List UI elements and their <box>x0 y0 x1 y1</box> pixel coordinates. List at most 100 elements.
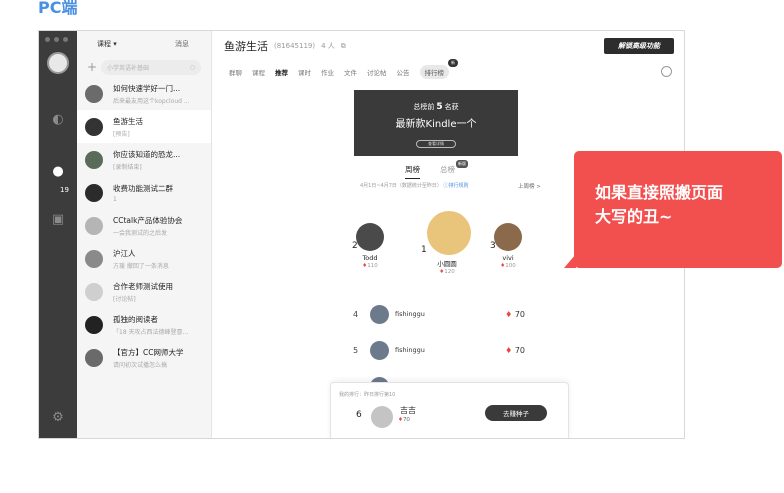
group-tabs: 群聊 课程 推荐 课时 作业 文件 讨论帖 公告 排行榜新 <box>213 59 684 83</box>
chat-avatar <box>85 249 103 268</box>
chat-preview: 后来最友用这个kopcloud ... <box>113 97 190 105</box>
unlock-features-logo[interactable]: 解锁高级功能 <box>604 38 674 54</box>
chat-icon[interactable]: ● <box>49 163 67 181</box>
my-rank-label: 我的排行：昨日排行第10 <box>339 392 396 398</box>
bubble-line-2: 大写的丑~ <box>595 207 673 226</box>
group-id: (81645119) <box>274 42 316 50</box>
podium-entry[interactable]: 1 小圆圆 ♦120 <box>421 211 471 275</box>
chat-avatar <box>85 315 103 334</box>
group-title: 鱼游生活 <box>224 40 268 53</box>
my-rank-card: 我的排行：昨日排行第10 6 吉吉 ♦70 去赚种子 <box>330 382 569 438</box>
row-points: ♦ 70 <box>505 345 525 355</box>
podium-avatar <box>356 223 384 251</box>
list-item[interactable]: 合作老师测试使用 [讨论帖] <box>77 275 211 308</box>
calendar-icon[interactable]: ▣ <box>49 211 67 229</box>
earn-seeds-button[interactable]: 去赚种子 <box>485 405 547 421</box>
my-avatar <box>371 406 393 428</box>
rank-row[interactable]: 5 fishinggu ♦ 70 <box>353 340 553 360</box>
row-points: ♦ 70 <box>505 309 525 319</box>
settings-icon[interactable]: ⚙ <box>49 409 67 427</box>
chat-preview: [讨论帖] <box>113 295 136 303</box>
member-count[interactable]: 4 人 <box>321 41 335 51</box>
chat-name: 合作老师测试使用 <box>113 281 173 291</box>
chat-avatar <box>85 348 103 367</box>
search-icon: ○ <box>189 63 195 71</box>
course-filter[interactable]: 课程 ▾ <box>97 39 117 49</box>
rank-row[interactable]: 4 fishinggu ♦ 70 <box>353 304 553 324</box>
tab-6[interactable]: 讨论帖 <box>367 67 387 77</box>
list-item[interactable]: 鱼游生活 [预告] <box>77 110 211 143</box>
podium-avatar <box>494 223 522 251</box>
flame-icon: ♦ <box>505 309 513 319</box>
my-points: ♦70 <box>398 417 410 423</box>
list-item[interactable]: 【官方】CC网师大学 请问初次试播怎么搞 <box>77 341 211 374</box>
share-icon[interactable]: ⧉ <box>341 42 346 51</box>
tab-2[interactable]: 推荐 <box>275 67 288 77</box>
tab-total[interactable]: 总榜 新版 <box>440 160 468 179</box>
podium-entry[interactable]: 2 Todd ♦110 <box>350 223 390 269</box>
promo-banner[interactable]: 总榜前 5 名获 最新款Kindle一个 查看详情 <box>354 90 518 156</box>
tab-3[interactable]: 课时 <box>298 67 311 77</box>
message-filter[interactable]: 消息 <box>175 39 189 49</box>
chat-name: 如何快速学好一门... <box>113 83 181 93</box>
list-item[interactable]: CCtalk产品体验协会 一会我测试的之后发 <box>77 209 211 242</box>
row-name: fishinggu <box>395 310 425 318</box>
podium-avatar <box>427 211 471 255</box>
tab-7[interactable]: 公告 <box>397 67 410 77</box>
chat-name: 沪江人 <box>113 248 136 258</box>
row-rank: 4 <box>353 309 359 319</box>
add-icon[interactable]: + <box>87 60 101 74</box>
tab-8[interactable]: 排行榜新 <box>419 59 458 79</box>
list-header: 课程 ▾ 消息 <box>77 31 211 57</box>
chat-avatar <box>85 183 103 202</box>
my-name: 吉吉 <box>400 406 416 415</box>
banner-number: 5 <box>436 102 443 112</box>
tab-weekly[interactable]: 周榜 <box>405 164 420 179</box>
tab-5[interactable]: 文件 <box>344 67 357 77</box>
tab-0[interactable]: 群聊 <box>229 67 242 77</box>
chat-avatar <box>85 150 103 169</box>
banner-text-pre: 总榜前 <box>413 103 435 111</box>
podium-name: vivi <box>502 254 514 262</box>
last-week-link[interactable]: 上周榜 > <box>518 182 541 190</box>
chat-avatar <box>85 216 103 235</box>
podium-rank: 1 <box>421 245 427 255</box>
search-bar: + 小学英语补基础 ○ <box>77 57 211 77</box>
chat-name: 收费功能测试二群 <box>113 183 173 193</box>
tab-settings-icon[interactable] <box>661 66 672 77</box>
podium-rank: 2 <box>352 241 358 251</box>
row-avatar <box>370 340 389 360</box>
podium-points: ♦120 <box>439 269 455 275</box>
chat-name: CCtalk产品体验协会 <box>113 215 183 225</box>
chat-name: 你应该知道的恐龙... <box>113 149 181 159</box>
list-item[interactable]: 沪江人 方瑗 撤回了一条消息 <box>77 242 211 275</box>
window-controls[interactable] <box>45 37 68 42</box>
chat-name: 【官方】CC网师大学 <box>113 347 184 357</box>
rank-rule-link[interactable]: ⓘ排行规则 <box>444 183 469 189</box>
row-rank: 5 <box>353 345 359 355</box>
banner-detail-button[interactable]: 查看详情 <box>416 140 456 148</box>
list-item[interactable]: 如何快速学好一门... 后来最友用这个kopcloud ... <box>77 77 211 110</box>
podium-points: ♦100 <box>500 263 516 269</box>
rank-period: 4月1日~4月7日（数据统计至昨日） ⓘ排行规则 <box>360 183 469 189</box>
banner-prize: 最新款Kindle一个 <box>395 119 477 130</box>
podium-entry[interactable]: 3 vivi ♦100 <box>488 223 528 269</box>
list-item[interactable]: 你应该知道的恐龙... [录制结束] <box>77 143 211 176</box>
search-input[interactable]: 小学英语补基础 ○ <box>101 59 201 75</box>
tab-4[interactable]: 作业 <box>321 67 334 77</box>
list-item[interactable]: 收费功能测试二群 1 <box>77 176 211 209</box>
podium-name: Todd <box>362 254 378 262</box>
planet-icon[interactable]: ◐ <box>49 111 67 129</box>
chat-list-panel: 课程 ▾ 消息 + 小学英语补基础 ○ 如何快速学好一门... 后来最友用这个kop… <box>77 31 212 438</box>
tab-1[interactable]: 课程 <box>252 67 265 77</box>
rank-tabs: 周榜 总榜 新版 <box>405 160 468 179</box>
chat-avatar <box>85 84 103 103</box>
list-item[interactable]: 孤独的阅读者 「18 天攻占西法德峰登冒... <box>77 308 211 341</box>
page-caption: PC端 <box>38 0 78 17</box>
row-name: fishinggu <box>395 346 425 354</box>
user-avatar[interactable] <box>47 52 69 74</box>
bubble-line-1: 如果直接照搬页面 <box>595 183 724 202</box>
chat-badge-count: 19 <box>60 186 69 194</box>
chat-avatar <box>85 282 103 301</box>
banner-text-post: 名获 <box>444 103 459 111</box>
